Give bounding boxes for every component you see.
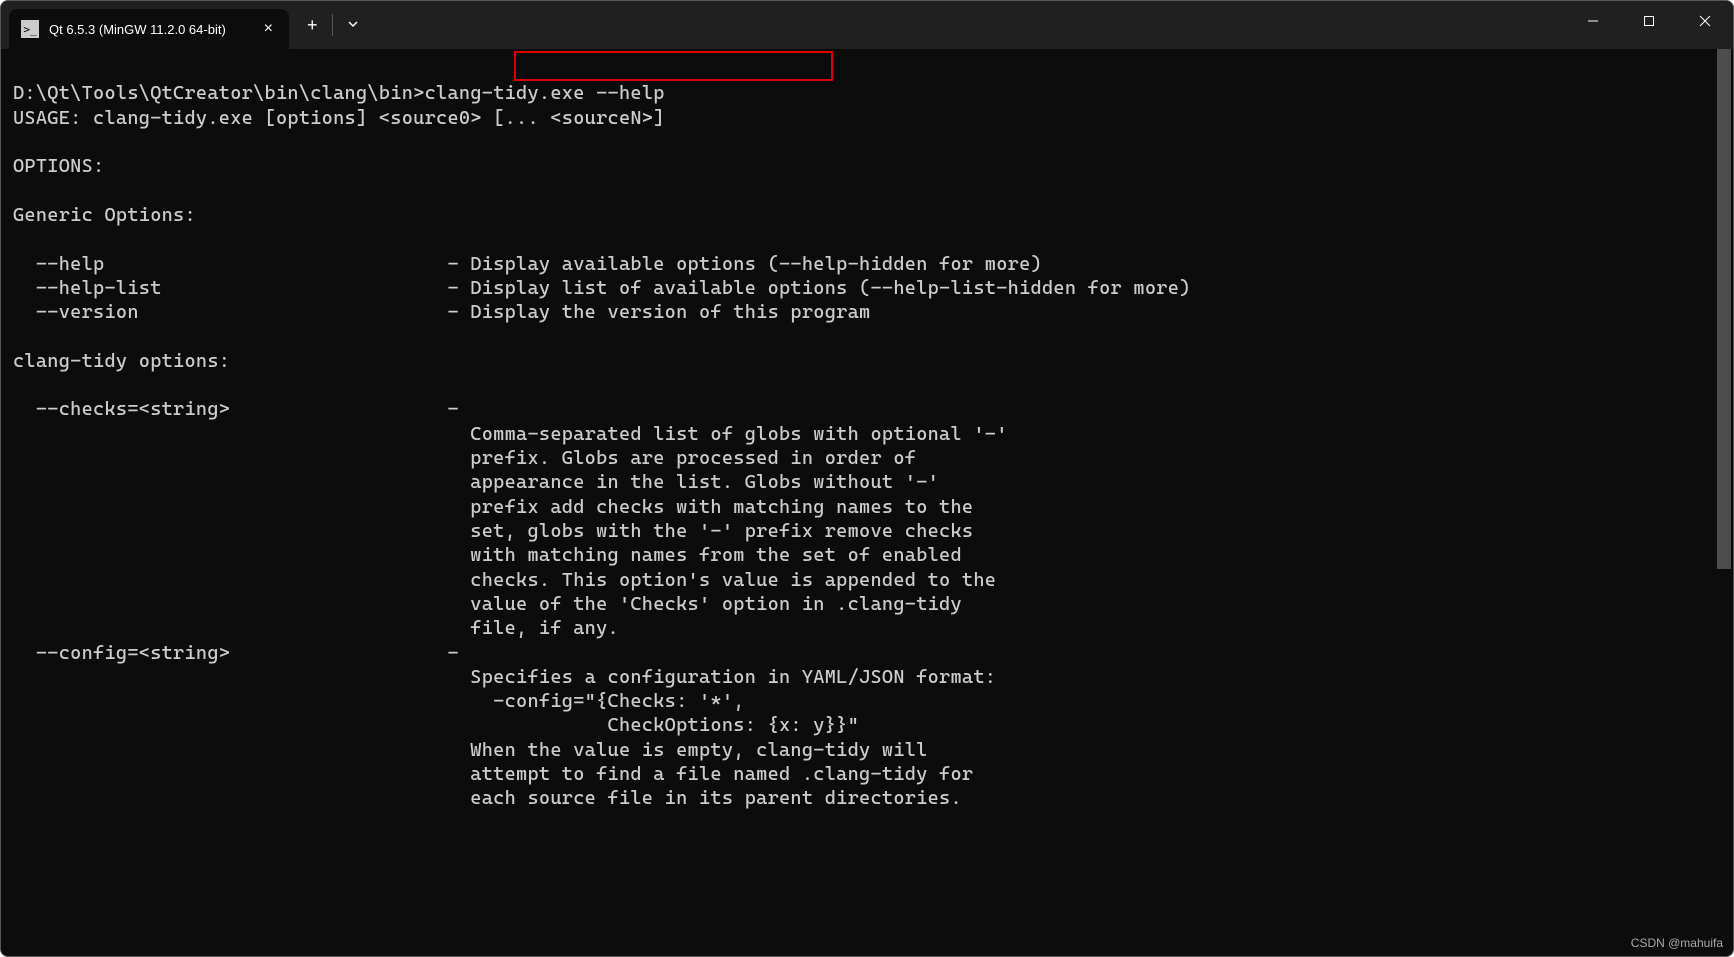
option-help-list: --help-list - Display list of available … <box>13 277 1191 299</box>
prompt-path: D:\Qt\Tools\QtCreator\bin\clang\bin> <box>13 82 425 104</box>
generic-options-header: Generic Options: <box>13 204 196 226</box>
option-version: --version - Display the version of this … <box>13 301 870 323</box>
maximize-button[interactable] <box>1621 1 1677 41</box>
config-desc: When the value is empty, clang-tidy will <box>13 739 928 761</box>
tab-active[interactable]: >_ Qt 6.5.3 (MinGW 11.2.0 64-bit) × <box>9 9 289 49</box>
terminal-icon: >_ <box>21 20 39 38</box>
checks-desc: value of the 'Checks' option in .clang-t… <box>13 593 962 615</box>
highlight-box <box>514 51 833 81</box>
chevron-down-icon[interactable] <box>333 18 373 33</box>
checks-desc: Comma-separated list of globs with optio… <box>13 423 1008 445</box>
minimize-button[interactable] <box>1565 1 1621 41</box>
option-checks: --checks=<string> - <box>13 398 459 420</box>
window-controls <box>1565 1 1733 49</box>
config-desc: Specifies a configuration in YAML/JSON f… <box>13 666 996 688</box>
checks-desc: checks. This option's value is appended … <box>13 569 996 591</box>
option-help: --help - Display available options (--he… <box>13 253 1042 275</box>
config-desc: CheckOptions: {x: y}}" <box>13 714 859 736</box>
usage-line: USAGE: clang-tidy.exe [options] <source0… <box>13 107 665 129</box>
config-desc: attempt to find a file named .clang-tidy… <box>13 763 973 785</box>
checks-desc: prefix. Globs are processed in order of <box>13 447 916 469</box>
terminal-output[interactable]: D:\Qt\Tools\QtCreator\bin\clang\bin>clan… <box>1 49 1733 956</box>
scrollbar-thumb[interactable] <box>1717 49 1731 569</box>
terminal-window: >_ Qt 6.5.3 (MinGW 11.2.0 64-bit) × + D:… <box>0 0 1734 957</box>
checks-desc: set, globs with the '-' prefix remove ch… <box>13 520 973 542</box>
checks-desc: file, if any. <box>13 617 619 639</box>
tab-title: Qt 6.5.3 (MinGW 11.2.0 64-bit) <box>49 22 250 37</box>
scrollbar[interactable] <box>1717 49 1731 954</box>
checks-desc: appearance in the list. Globs without '-… <box>13 471 939 493</box>
command-text: clang-tidy.exe --help <box>425 82 665 104</box>
titlebar: >_ Qt 6.5.3 (MinGW 11.2.0 64-bit) × + <box>1 1 1733 49</box>
watermark: CSDN @mahuifa <box>1631 936 1723 950</box>
config-desc: -config="{Checks: '*', <box>13 690 745 712</box>
clang-tidy-options-header: clang-tidy options: <box>13 350 230 372</box>
new-tab-button[interactable]: + <box>293 15 332 36</box>
checks-desc: with matching names from the set of enab… <box>13 544 962 566</box>
options-header: OPTIONS: <box>13 155 104 177</box>
close-button[interactable] <box>1677 1 1733 41</box>
checks-desc: prefix add checks with matching names to… <box>13 496 973 518</box>
config-desc: each source file in its parent directori… <box>13 787 962 809</box>
option-config: --config=<string> - <box>13 642 459 664</box>
close-icon[interactable]: × <box>260 20 277 38</box>
